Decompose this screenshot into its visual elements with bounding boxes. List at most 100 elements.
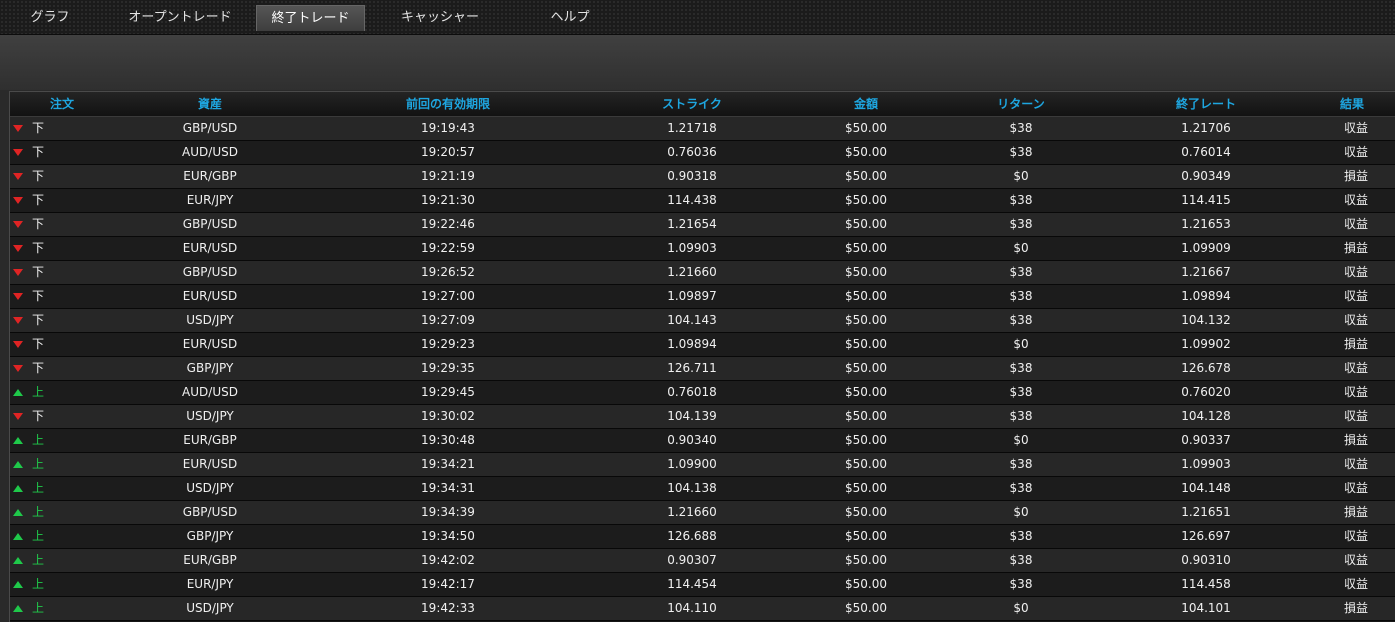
cell-return: $0 [1013,433,1029,447]
table-row[interactable]: 下 AUD/USD 19:20:57 0.76036 $50.00 $38 0.76014 収… [10,141,1395,165]
cell-expiry: 19:27:09 [421,313,475,327]
cell-close-rate: 1.21651 [1181,505,1231,519]
cell-asset: AUD/USD [182,145,238,159]
table-row[interactable]: 下 EUR/GBP 19:21:19 0.90318 $50.00 $0 0.90349 損益 [10,165,1395,189]
cell-close-rate: 0.90349 [1181,169,1231,183]
arrow-down-icon [13,317,23,324]
table-row[interactable]: 上 USD/JPY 19:34:31 104.138 $50.00 $38 104.148 収… [10,477,1395,501]
cell-amount: $50.00 [845,361,887,375]
cell-amount: $50.00 [845,265,887,279]
arrow-up-icon [13,437,23,444]
cell-strike: 1.21654 [667,217,717,231]
cell-return: $38 [1009,529,1033,543]
column-header-strike[interactable]: ストライク [662,92,722,116]
cell-strike: 104.139 [667,409,717,423]
column-header-order[interactable]: 注文 [50,92,74,116]
cell-amount: $50.00 [845,337,887,351]
column-header-amount[interactable]: 金額 [854,92,878,116]
table-row[interactable]: 上 EUR/USD 19:34:21 1.09900 $50.00 $38 1.09903 収… [10,453,1395,477]
cell-amount: $50.00 [845,121,887,135]
cell-return: $38 [1009,577,1033,591]
cell-order: 下 [32,121,45,135]
cell-return: $38 [1009,289,1033,303]
top-nav: グラフ オープントレード 終了トレード キャッシャー ヘルプ [0,0,1395,35]
tab-help[interactable]: ヘルプ [535,5,605,31]
table-row[interactable]: 下 EUR/JPY 19:21:30 114.438 $50.00 $38 114.415 収… [10,189,1395,213]
arrow-up-icon [13,533,23,540]
tab-open-trades[interactable]: オープントレード [118,5,242,31]
cell-amount: $50.00 [845,553,887,567]
cell-asset: GBP/JPY [186,529,234,543]
cell-return: $38 [1009,385,1033,399]
column-header-asset[interactable]: 資産 [198,92,222,116]
cell-result: 損益 [1343,169,1369,183]
arrow-down-icon [13,173,23,180]
cell-close-rate: 114.458 [1181,577,1231,591]
table-row[interactable]: 下 USD/JPY 19:27:09 104.143 $50.00 $38 104.132 収… [10,309,1395,333]
cell-amount: $50.00 [845,169,887,183]
table-row[interactable]: 上 EUR/GBP 19:30:48 0.90340 $50.00 $0 0.90337 損益 [10,429,1395,453]
cell-close-rate: 1.21653 [1181,217,1231,231]
cell-return: $38 [1009,145,1033,159]
table-row[interactable]: 上 USD/JPY 19:42:33 104.110 $50.00 $0 104.101 損益 [10,597,1395,621]
tab-graph[interactable]: グラフ [10,5,90,31]
cell-expiry: 19:29:45 [421,385,475,399]
arrow-down-icon [13,413,23,420]
cell-strike: 0.90318 [667,169,717,183]
table-row[interactable]: 下 EUR/USD 19:29:23 1.09894 $50.00 $0 1.09902 損益 [10,333,1395,357]
arrow-up-icon [13,389,23,396]
cell-strike: 1.09894 [667,337,717,351]
column-header-expiry[interactable]: 前回の有効期限 [406,92,490,116]
cell-return: $38 [1009,121,1033,135]
cell-strike: 104.110 [667,601,717,615]
cell-result: 収益 [1343,145,1369,159]
cell-strike: 0.90307 [667,553,717,567]
cell-order: 下 [32,313,45,327]
cell-expiry: 19:42:33 [421,601,475,615]
cell-return: $38 [1009,481,1033,495]
table-row[interactable]: 上 EUR/JPY 19:42:17 114.454 $50.00 $38 114.458 収… [10,573,1395,597]
cell-order: 下 [32,217,45,231]
cell-return: $38 [1009,361,1033,375]
cell-asset: GBP/USD [182,217,238,231]
cell-close-rate: 104.101 [1181,601,1231,615]
table-row[interactable]: 下 USD/JPY 19:30:02 104.139 $50.00 $38 104.128 収… [10,405,1395,429]
cell-amount: $50.00 [845,289,887,303]
column-header-result[interactable]: 結果 [1340,92,1364,116]
table-row[interactable]: 上 GBP/JPY 19:34:50 126.688 $50.00 $38 126.697 収… [10,525,1395,549]
cell-result: 損益 [1343,337,1369,351]
cell-strike: 104.143 [667,313,717,327]
cell-result: 損益 [1343,433,1369,447]
cell-expiry: 19:21:19 [421,169,475,183]
cell-return: $38 [1009,217,1033,231]
cell-close-rate: 1.09909 [1181,241,1231,255]
cell-order: 下 [32,169,45,183]
cell-expiry: 19:22:46 [421,217,475,231]
column-header-return[interactable]: リターン [997,92,1044,116]
table-row[interactable]: 下 GBP/USD 19:22:46 1.21654 $50.00 $38 1.21653 収… [10,213,1395,237]
cell-order: 下 [32,337,45,351]
cell-result: 収益 [1343,409,1369,423]
cell-order: 上 [32,577,45,591]
cell-order: 上 [32,553,45,567]
table-row[interactable]: 下 GBP/JPY 19:29:35 126.711 $50.00 $38 126.678 収… [10,357,1395,381]
cell-strike: 126.711 [667,361,717,375]
table-row[interactable]: 下 EUR/USD 19:22:59 1.09903 $50.00 $0 1.09909 損益 [10,237,1395,261]
table-row[interactable]: 上 AUD/USD 19:29:45 0.76018 $50.00 $38 0.76020 収… [10,381,1395,405]
cell-order: 下 [32,361,45,375]
table-row[interactable]: 下 EUR/USD 19:27:00 1.09897 $50.00 $38 1.09894 収… [10,285,1395,309]
cell-return: $0 [1013,505,1029,519]
cell-expiry: 19:42:02 [421,553,475,567]
cell-result: 収益 [1343,313,1369,327]
tab-closed-trades[interactable]: 終了トレード [256,5,365,31]
cell-amount: $50.00 [845,577,887,591]
cell-result: 収益 [1343,265,1369,279]
table-row[interactable]: 下 GBP/USD 19:19:43 1.21718 $50.00 $38 1.21706 収… [10,117,1395,141]
table-row[interactable]: 上 EUR/GBP 19:42:02 0.90307 $50.00 $38 0.90310 収… [10,549,1395,573]
table-row[interactable]: 下 GBP/USD 19:26:52 1.21660 $50.00 $38 1.21667 収… [10,261,1395,285]
cell-expiry: 19:30:48 [421,433,475,447]
tab-cashier[interactable]: キャッシャー [388,5,492,31]
table-row[interactable]: 上 GBP/USD 19:34:39 1.21660 $50.00 $0 1.21651 損益 [10,501,1395,525]
arrow-up-icon [13,461,23,468]
column-header-close-rate[interactable]: 終了レート [1176,92,1236,116]
